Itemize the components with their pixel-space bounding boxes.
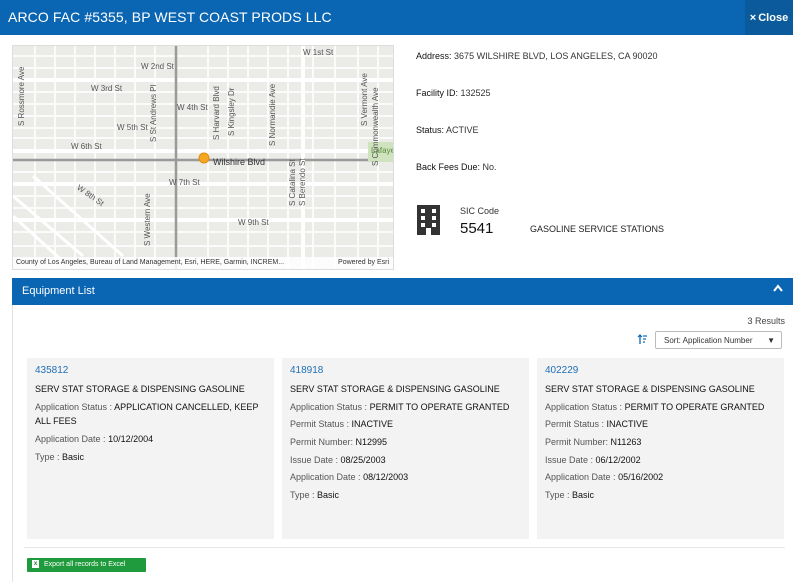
sort-icon[interactable] bbox=[637, 334, 648, 348]
equipment-list-header[interactable]: Equipment List bbox=[12, 278, 793, 305]
back-fees-row: Back Fees Due: No. bbox=[416, 162, 497, 172]
facility-id-label: Facility ID: bbox=[416, 88, 459, 98]
map-label: W 2nd St bbox=[141, 62, 174, 71]
excel-icon: x bbox=[32, 560, 39, 569]
status-value: ACTIVE bbox=[446, 125, 479, 135]
equipment-card: 418918 SERV STAT STORAGE & DISPENSING GA… bbox=[282, 358, 529, 539]
map-label: W 6th St bbox=[71, 142, 102, 151]
status-row: Status: ACTIVE bbox=[416, 125, 479, 135]
facility-location-marker bbox=[198, 152, 210, 164]
application-date-row: Application Date : 10/12/2004 bbox=[35, 434, 154, 444]
facility-id-row: Facility ID: 132525 bbox=[416, 88, 491, 98]
equipment-id-link[interactable]: 435812 bbox=[35, 365, 68, 376]
map-label: W 3rd St bbox=[91, 84, 123, 93]
permit-status-row: Permit Status : INACTIVE bbox=[545, 419, 649, 429]
map-label: S Normandie Ave bbox=[268, 83, 277, 146]
status-label: Status: bbox=[416, 125, 445, 135]
chevron-up-icon[interactable] bbox=[773, 284, 783, 295]
equipment-title: SERV STAT STORAGE & DISPENSING GASOLINE bbox=[545, 384, 755, 394]
sic-code-value: 5541 bbox=[460, 220, 494, 237]
close-button[interactable]: × Close bbox=[745, 0, 793, 35]
map-streets bbox=[13, 46, 393, 269]
close-icon: × bbox=[749, 11, 757, 24]
export-excel-label: Export all records to Excel bbox=[44, 561, 126, 568]
sic-code-label: SIC Code bbox=[460, 206, 500, 216]
powered-by-esri[interactable]: Powered by Esri bbox=[338, 257, 389, 269]
issue-date-row: Issue Date : 08/25/2003 bbox=[290, 455, 386, 465]
permit-number-row: Permit Number: N11263 bbox=[545, 437, 642, 447]
back-fees-label: Back Fees Due: bbox=[416, 162, 481, 172]
map-label: S Kingsley Dr bbox=[227, 87, 236, 136]
equipment-id-link[interactable]: 402229 bbox=[545, 365, 578, 376]
map-label: W 5th St bbox=[117, 123, 148, 132]
map-label: W 9th St bbox=[238, 218, 269, 227]
sic-description: GASOLINE SERVICE STATIONS bbox=[530, 224, 665, 234]
equipment-list-title: Equipment List bbox=[22, 285, 95, 297]
map-label: S St Andrews Pl bbox=[149, 84, 158, 142]
divider bbox=[24, 547, 785, 548]
equipment-title: SERV STAT STORAGE & DISPENSING GASOLINE bbox=[290, 384, 500, 394]
sort-select-value: Sort: Application Number bbox=[664, 336, 753, 345]
address-value: 3675 WILSHIRE BLVD, LOS ANGELES, CA 9002… bbox=[454, 51, 658, 61]
issue-date-row: Issue Date : 06/12/2002 bbox=[545, 455, 641, 465]
type-row: Type : Basic bbox=[35, 452, 85, 462]
building-icon bbox=[417, 205, 440, 235]
application-status-row: Application Status : APPLICATION CANCELL… bbox=[35, 402, 259, 426]
map-label: W 4th St bbox=[177, 103, 208, 112]
application-date-row: Application Date : 05/16/2002 bbox=[545, 472, 664, 482]
map-label: S Rossmore Ave bbox=[17, 66, 26, 126]
address-label: Address: bbox=[416, 51, 452, 61]
permit-status-row: Permit Status : INACTIVE bbox=[290, 419, 394, 429]
close-label: Close bbox=[758, 11, 789, 24]
chevron-down-icon: ▼ bbox=[767, 336, 775, 345]
map-label: S Harvard Blvd bbox=[212, 86, 221, 140]
map-label: S Catalina St bbox=[288, 159, 297, 206]
equipment-title: SERV STAT STORAGE & DISPENSING GASOLINE bbox=[35, 384, 245, 394]
application-status-row: Application Status : PERMIT TO OPERATE G… bbox=[290, 402, 510, 412]
equipment-card: 435812 SERV STAT STORAGE & DISPENSING GA… bbox=[27, 358, 274, 539]
map-label: S Berendo St bbox=[298, 158, 307, 206]
permit-number-row: Permit Number: N12995 bbox=[290, 437, 388, 447]
map-label: S Vermont Ave bbox=[360, 73, 369, 126]
address-row: Address: 3675 WILSHIRE BLVD, LOS ANGELES… bbox=[416, 51, 657, 61]
map-label: Wilshire Blvd bbox=[213, 157, 266, 167]
results-count: 3 Results bbox=[747, 316, 785, 326]
type-row: Type : Basic bbox=[545, 490, 595, 500]
equipment-id-link[interactable]: 418918 bbox=[290, 365, 323, 376]
application-status-row: Application Status : PERMIT TO OPERATE G… bbox=[545, 402, 765, 412]
window-title: ARCO FAC #5355, BP WEST COAST PRODS LLC bbox=[8, 9, 332, 25]
map-label: W 7th St bbox=[169, 178, 200, 187]
export-excel-button[interactable]: x Export all records to Excel bbox=[27, 558, 146, 572]
type-row: Type : Basic bbox=[290, 490, 340, 500]
map-label: Lafayette Park bbox=[371, 146, 393, 155]
map-label: S Western Ave bbox=[143, 193, 152, 246]
application-date-row: Application Date : 08/12/2003 bbox=[290, 472, 409, 482]
map-attribution: County of Los Angeles, Bureau of Land Ma… bbox=[13, 257, 393, 269]
back-fees-value: No. bbox=[482, 162, 497, 172]
map-label: W 1st St bbox=[303, 48, 334, 57]
equipment-card: 402229 SERV STAT STORAGE & DISPENSING GA… bbox=[537, 358, 784, 539]
sort-select[interactable]: Sort: Application Number ▼ bbox=[655, 331, 782, 349]
facility-id-value: 132525 bbox=[460, 88, 491, 98]
window-title-bar: ARCO FAC #5355, BP WEST COAST PRODS LLC … bbox=[0, 0, 793, 35]
facility-map[interactable]: W 1st St W 2nd St W 3rd St W 4th St W 5t… bbox=[12, 45, 394, 270]
